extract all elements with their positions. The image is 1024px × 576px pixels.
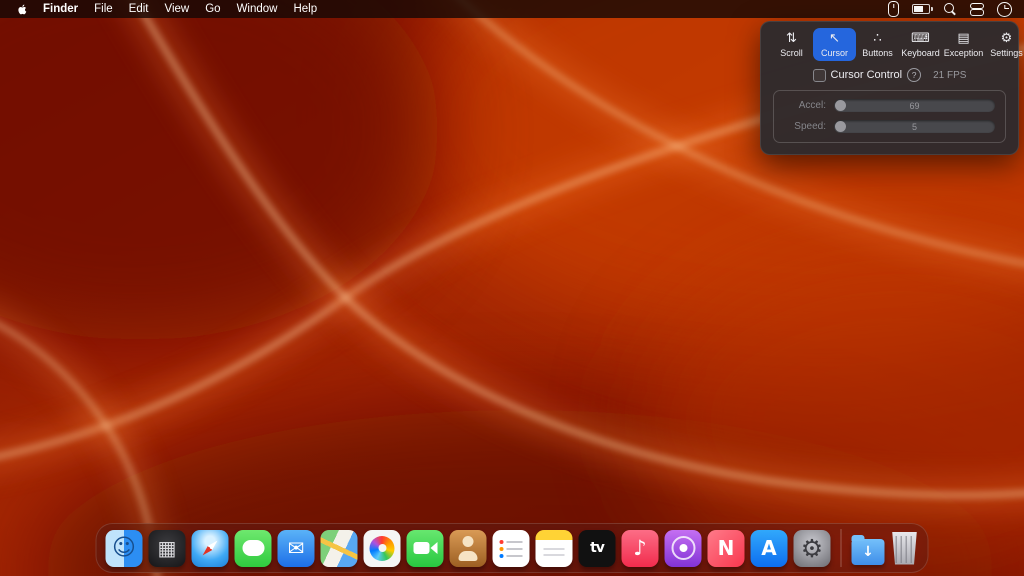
dock-icon-safari[interactable] xyxy=(192,530,229,567)
notes-app-icon xyxy=(536,530,573,567)
cursor-control-row: Cursor Control ? 21 FPS xyxy=(761,68,1018,82)
tab-label: Exception xyxy=(944,48,984,58)
tab-label: Buttons xyxy=(862,48,893,58)
slider-knob[interactable] xyxy=(835,121,846,132)
tab-keyboard[interactable]: Keyboard xyxy=(899,28,942,61)
buttons-icon xyxy=(873,32,881,46)
tab-buttons[interactable]: Buttons xyxy=(856,28,899,61)
slider-group: Accel: 69 Speed: 5 xyxy=(773,90,1006,143)
dock-icon-messages[interactable] xyxy=(235,530,272,567)
menu-item-edit[interactable]: Edit xyxy=(121,0,157,18)
dock-icon-photos[interactable] xyxy=(364,530,401,567)
maps-app-icon xyxy=(321,530,358,567)
apple-menu[interactable] xyxy=(10,3,35,16)
tab-label: Keyboard xyxy=(901,48,940,58)
tv-app-icon xyxy=(579,530,616,567)
menu-item-file[interactable]: File xyxy=(86,0,121,18)
dock-icon-news[interactable] xyxy=(708,530,745,567)
dock-icon-contacts[interactable] xyxy=(450,530,487,567)
apple-logo-icon xyxy=(17,3,28,16)
menu-items: FileEditViewGoWindowHelp xyxy=(86,0,325,18)
status-icons xyxy=(888,1,1014,17)
slider-label: Accel: xyxy=(784,100,826,111)
tab-settings[interactable]: Settings xyxy=(985,28,1024,61)
cursor-control-label: Cursor Control xyxy=(831,69,903,81)
keyboard-icon xyxy=(911,32,930,46)
dock-icon-tv[interactable] xyxy=(579,530,616,567)
dock-icon-music[interactable] xyxy=(622,530,659,567)
messages-app-icon xyxy=(235,530,272,567)
slider-row-accel: Accel: 69 xyxy=(784,99,995,112)
panel-tabs: ScrollCursorButtonsKeyboardExceptionSett… xyxy=(761,22,1018,64)
mouse-settings-panel: ScrollCursorButtonsKeyboardExceptionSett… xyxy=(760,21,1019,155)
dock-separator xyxy=(841,529,842,567)
spotlight-icon[interactable] xyxy=(943,2,957,16)
help-icon[interactable]: ? xyxy=(907,68,921,82)
contacts-app-icon xyxy=(450,530,487,567)
dock-icon-finder[interactable] xyxy=(106,530,143,567)
mail-app-icon xyxy=(278,530,315,567)
battery-icon[interactable] xyxy=(912,4,930,14)
appstore-app-icon xyxy=(751,530,788,567)
tab-label: Cursor xyxy=(821,48,848,58)
dock-icon-notes[interactable] xyxy=(536,530,573,567)
reminders-app-icon xyxy=(493,530,530,567)
dock-icon-launchpad[interactable] xyxy=(149,530,186,567)
dock-icon-mail[interactable] xyxy=(278,530,315,567)
tab-exception[interactable]: Exception xyxy=(942,28,985,61)
dock-icon-podcasts[interactable] xyxy=(665,530,702,567)
dock-icon-maps[interactable] xyxy=(321,530,358,567)
dock-icon-reminders[interactable] xyxy=(493,530,530,567)
slider-row-speed: Speed: 5 xyxy=(784,120,995,133)
cursor-icon xyxy=(829,32,840,46)
downloads-app-icon xyxy=(852,539,885,565)
slider-track[interactable]: 5 xyxy=(834,120,995,133)
slider-value: 5 xyxy=(912,122,917,132)
safari-app-icon xyxy=(192,530,229,567)
dock-icon-facetime[interactable] xyxy=(407,530,444,567)
exception-icon xyxy=(957,32,969,46)
dock-icon-settings[interactable] xyxy=(794,530,831,567)
trash-app-icon xyxy=(891,532,919,565)
menu-item-view[interactable]: View xyxy=(157,0,198,18)
menu-bar: Finder FileEditViewGoWindowHelp xyxy=(0,0,1024,18)
clock-icon[interactable] xyxy=(997,2,1012,17)
scroll-icon xyxy=(786,32,797,46)
cursor-control-checkbox[interactable] xyxy=(813,69,826,82)
photos-app-icon xyxy=(364,530,401,567)
music-app-icon xyxy=(622,530,659,567)
settings-icon xyxy=(1001,32,1013,46)
menu-item-window[interactable]: Window xyxy=(229,0,286,18)
dock-icon-appstore[interactable] xyxy=(751,530,788,567)
slider-label: Speed: xyxy=(784,121,826,132)
podcasts-app-icon xyxy=(665,530,702,567)
news-app-icon xyxy=(708,530,745,567)
finder-app-icon xyxy=(106,530,143,567)
launchpad-app-icon xyxy=(149,530,186,567)
facetime-app-icon xyxy=(407,530,444,567)
mos-status-icon[interactable] xyxy=(888,1,899,17)
dock-icon-trash[interactable] xyxy=(891,532,919,565)
tab-scroll[interactable]: Scroll xyxy=(770,28,813,61)
dock xyxy=(96,523,929,573)
tab-label: Scroll xyxy=(780,48,803,58)
tab-cursor[interactable]: Cursor xyxy=(813,28,856,61)
desktop: Finder FileEditViewGoWindowHelp Scroll Cu… xyxy=(0,0,1024,576)
fps-text: 21 FPS xyxy=(933,70,966,81)
control-center-icon[interactable] xyxy=(970,3,984,16)
menu-item-go[interactable]: Go xyxy=(197,0,228,18)
settings-app-icon xyxy=(794,530,831,567)
menu-item-help[interactable]: Help xyxy=(285,0,325,18)
slider-knob[interactable] xyxy=(835,100,846,111)
tab-label: Settings xyxy=(990,48,1023,58)
slider-track[interactable]: 69 xyxy=(834,99,995,112)
slider-value: 69 xyxy=(909,101,919,111)
dock-icon-downloads[interactable] xyxy=(852,531,885,565)
menu-item-app-name[interactable]: Finder xyxy=(35,0,86,18)
